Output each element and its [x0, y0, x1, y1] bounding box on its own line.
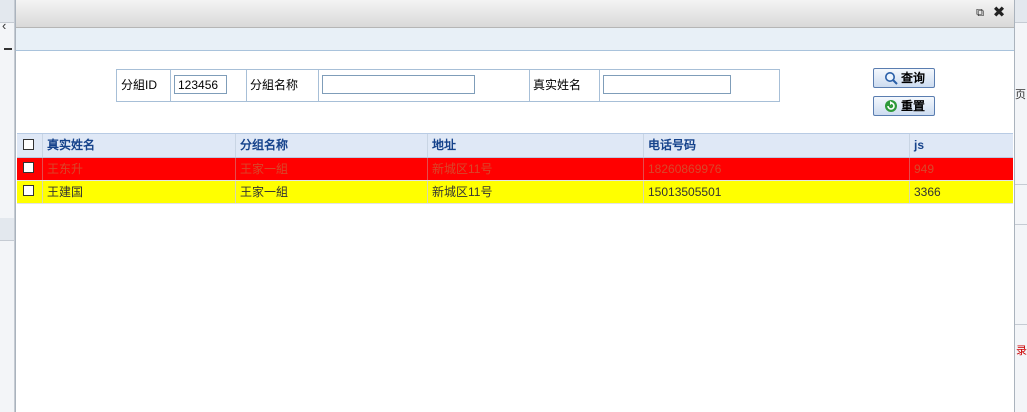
select-all-checkbox[interactable] [23, 139, 34, 150]
cell-address: 新城区11号 [427, 181, 643, 203]
reset-button-label: 重置 [901, 99, 926, 113]
row-select-cell [17, 158, 42, 180]
divider [599, 70, 600, 101]
query-button-label: 查询 [901, 71, 926, 85]
real-name-input[interactable] [603, 75, 731, 94]
group-name-input[interactable] [322, 75, 475, 94]
close-icon[interactable]: ✖ [991, 5, 1007, 21]
column-header[interactable]: 分组名称 [235, 134, 427, 157]
cell-phone: 15013505501 [643, 181, 909, 203]
select-all-cell [17, 134, 42, 157]
row-checkbox[interactable] [23, 185, 34, 196]
cell-name: 王建国 [42, 181, 235, 203]
background-row [1014, 166, 1027, 185]
column-header[interactable]: 真实姓名 [42, 134, 235, 157]
row-checkbox[interactable] [23, 162, 34, 173]
query-button[interactable]: 查询 [873, 68, 935, 88]
cell-js: 949 [909, 158, 1013, 180]
background-page-text: 页 [1015, 89, 1026, 101]
background-row [1014, 206, 1027, 225]
reset-button[interactable]: 重置 [873, 96, 935, 116]
divider [318, 70, 319, 101]
data-table: 真实姓名 分组名称 地址 电话号码 js 王东升 王家一組 新城区11号 182… [17, 133, 1013, 204]
restore-icon[interactable]: ⧉ [972, 5, 988, 21]
search-form: 分組ID 分組名称 真实姓名 [116, 69, 780, 102]
group-id-label: 分組ID [121, 78, 158, 92]
background-tab [1014, 0, 1027, 23]
cell-group: 王家一組 [235, 181, 427, 203]
table-header: 真实姓名 分组名称 地址 电话号码 js [17, 133, 1013, 158]
background-right-panel: 页 录 [1013, 0, 1027, 412]
divider [170, 70, 171, 101]
cell-name: 王东升 [42, 158, 235, 180]
dialog-toolbar [16, 28, 1014, 51]
divider [529, 70, 530, 101]
group-name-label: 分組名称 [250, 78, 299, 92]
real-name-label: 真实姓名 [533, 78, 582, 92]
background-row [0, 218, 14, 241]
group-id-input[interactable] [174, 75, 227, 94]
dialog-window: ⧉ ✖ 分組ID 分組名称 真实姓名 查询 重置 [15, 0, 1015, 412]
column-header[interactable]: js [909, 134, 1013, 157]
column-header[interactable]: 电话号码 [643, 134, 909, 157]
table-row[interactable]: 王东升 王家一組 新城区11号 18260869976 949 [17, 158, 1013, 181]
cell-group: 王家一組 [235, 158, 427, 180]
background-left-panel: ‹ [0, 0, 15, 412]
table-row[interactable]: 王建国 王家一組 新城区11号 15013505501 3366 [17, 181, 1013, 204]
cell-js: 3366 [909, 181, 1013, 203]
cell-phone: 18260869976 [643, 158, 909, 180]
refresh-icon [885, 100, 897, 112]
dialog-titlebar[interactable]: ⧉ ✖ [16, 0, 1014, 28]
background-red-text: 录 [1016, 345, 1027, 357]
column-header[interactable]: 地址 [427, 134, 643, 157]
search-icon [885, 72, 898, 85]
chevron-left-icon[interactable]: ‹ [2, 18, 6, 33]
cell-address: 新城区11号 [427, 158, 643, 180]
collapse-icon[interactable] [4, 48, 12, 50]
row-select-cell [17, 181, 42, 203]
background-row [1014, 306, 1027, 325]
divider [246, 70, 247, 101]
